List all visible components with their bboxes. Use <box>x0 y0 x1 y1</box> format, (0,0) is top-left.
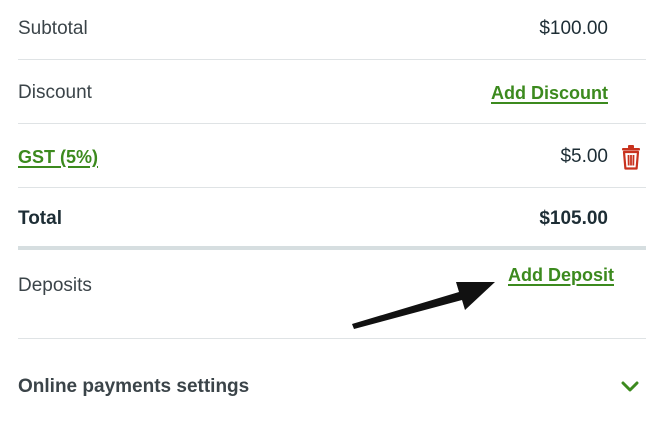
tax-value: $5.00 <box>560 146 608 167</box>
total-row: Total $105.00 <box>18 204 646 234</box>
trash-icon[interactable] <box>620 144 642 170</box>
divider <box>18 59 646 60</box>
divider <box>18 187 646 188</box>
total-divider <box>18 246 646 250</box>
online-payments-label: Online payments settings <box>18 376 250 397</box>
subtotal-row: Subtotal $100.00 <box>18 14 646 44</box>
annotation-arrow <box>352 282 495 329</box>
add-discount-link[interactable]: Add Discount <box>491 83 608 104</box>
total-value: $105.00 <box>539 208 608 229</box>
tax-row: GST (5%) $5.00 <box>18 142 646 172</box>
tax-link[interactable]: GST (5%) <box>18 147 98 168</box>
online-payments-row[interactable]: Online payments settings <box>18 372 646 402</box>
subtotal-label: Subtotal <box>18 18 88 39</box>
total-label: Total <box>18 208 62 229</box>
chevron-down-icon[interactable] <box>620 380 640 394</box>
divider <box>18 338 646 339</box>
divider <box>18 123 646 124</box>
subtotal-value: $100.00 <box>539 18 608 39</box>
add-deposit-link[interactable]: Add Deposit <box>508 265 614 286</box>
deposits-label: Deposits <box>18 275 92 296</box>
discount-row: Discount Add Discount <box>18 78 646 108</box>
deposits-row: Deposits Add Deposit <box>18 265 646 301</box>
discount-label: Discount <box>18 82 92 103</box>
